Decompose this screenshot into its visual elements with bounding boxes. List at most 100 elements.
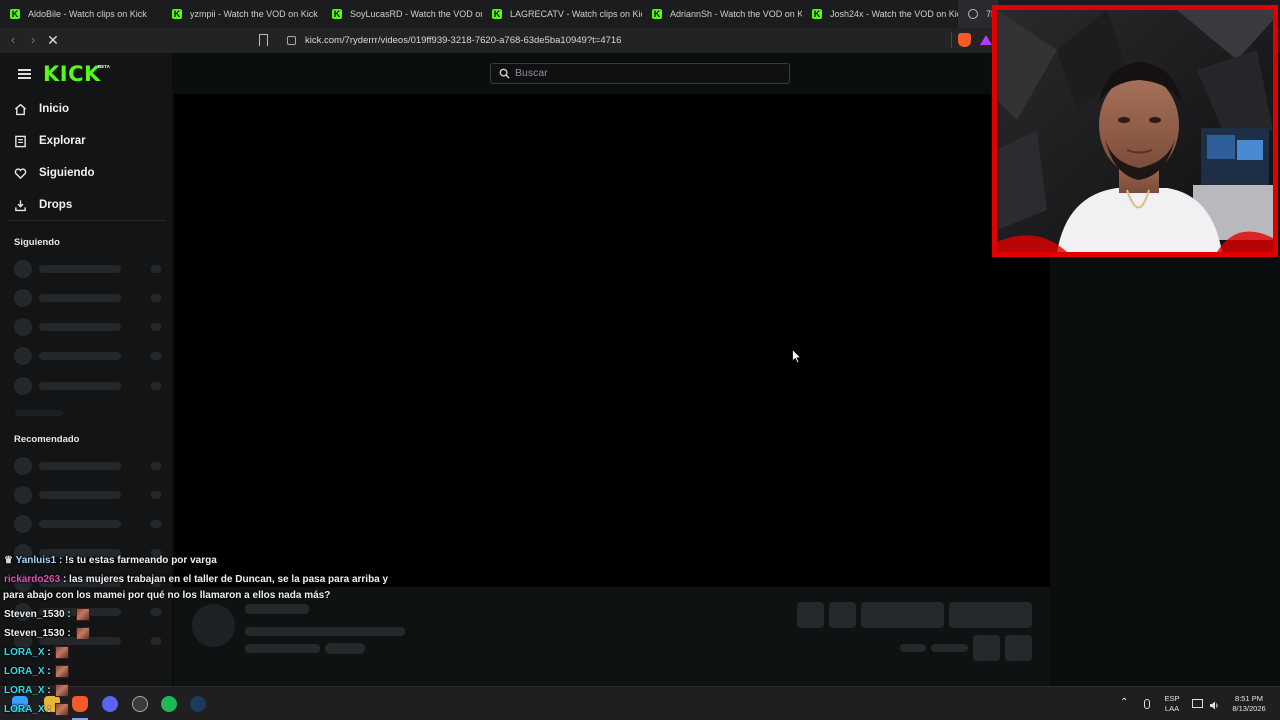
browser-tab[interactable]: K SoyLucasRD - Watch the VOD on Ki bbox=[322, 0, 482, 28]
menu-icon[interactable] bbox=[18, 69, 31, 79]
sidebar-item-inicio[interactable]: Inicio bbox=[14, 96, 164, 122]
streamer-webcam-image bbox=[997, 10, 1273, 252]
chat-message: LORA_X : bbox=[4, 703, 70, 716]
chat-message: Steven_1530 : bbox=[4, 627, 90, 640]
kick-logo[interactable]: KICK bbox=[43, 62, 101, 86]
video-player[interactable] bbox=[174, 94, 1050, 587]
language-indicator[interactable]: ESP LAA bbox=[1160, 694, 1184, 714]
chat-message: LORA_X : bbox=[4, 646, 70, 659]
loading-placeholder bbox=[14, 515, 162, 533]
kick-favicon-icon: K bbox=[172, 9, 182, 19]
sidebar-item-explorar[interactable]: Explorar bbox=[14, 128, 164, 154]
network-icon[interactable] bbox=[1192, 699, 1203, 708]
chat-username[interactable]: rickardo263 bbox=[4, 574, 60, 585]
following-heading: Siguiendo bbox=[14, 237, 60, 248]
action-button-placeholder[interactable] bbox=[797, 602, 824, 628]
chat-text: : bbox=[44, 704, 51, 716]
browser-tab[interactable]: K LAGRECATV - Watch clips on Kick bbox=[482, 0, 642, 28]
volume-icon[interactable] bbox=[1209, 698, 1219, 710]
emote-icon bbox=[75, 608, 90, 621]
microphone-icon[interactable] bbox=[1144, 699, 1150, 709]
chat-text: para abajo con los mamei por qué no los … bbox=[3, 590, 331, 601]
chat-text: : !s tu estas farmeando por varga bbox=[58, 555, 217, 566]
kick-favicon-icon: K bbox=[332, 9, 342, 19]
chat-overlay: ♛ Yanluis1 : !s tu estas farmeando por v… bbox=[0, 553, 390, 720]
search-icon bbox=[499, 68, 510, 79]
chat-username[interactable]: Yanluis1 bbox=[16, 555, 57, 566]
emote-icon bbox=[55, 665, 70, 678]
chevron-up-icon[interactable]: ⌃ bbox=[1120, 698, 1128, 708]
chat-username[interactable]: LORA_X bbox=[4, 685, 45, 696]
kick-favicon-icon: K bbox=[812, 9, 822, 19]
emote-icon bbox=[75, 627, 90, 640]
recommended-heading: Recomendado bbox=[14, 434, 80, 445]
brave-shield-icon[interactable] bbox=[958, 33, 971, 47]
chat-text: : bbox=[44, 685, 51, 697]
chat-text: : las mujeres trabajan en el taller de D… bbox=[62, 574, 389, 585]
action-button-placeholder[interactable] bbox=[973, 635, 1000, 661]
loading-placeholder bbox=[14, 377, 162, 395]
browser-tab[interactable]: K AdriannSh - Watch the VOD on Kick bbox=[642, 0, 802, 28]
home-icon bbox=[14, 103, 27, 115]
sidebar-item-label: Siguiendo bbox=[39, 167, 95, 179]
chat-message-continued: para abajo con los mamei por qué no los … bbox=[3, 590, 330, 601]
loading-placeholder bbox=[14, 289, 162, 307]
chat-message: ♛ Yanluis1 : !s tu estas farmeando por v… bbox=[4, 555, 217, 566]
search-input[interactable]: Buscar bbox=[490, 63, 790, 84]
sidebar-item-drops[interactable]: Drops bbox=[14, 192, 164, 218]
stop-loading-icon[interactable]: ✕ bbox=[45, 32, 61, 48]
chat-text: : bbox=[64, 628, 71, 640]
action-button-placeholder[interactable] bbox=[949, 602, 1032, 628]
chat-username[interactable]: LORA_X bbox=[4, 666, 45, 677]
browser-tab[interactable]: K AldoBile - Watch clips on Kick bbox=[0, 0, 162, 28]
chat-message: Steven_1530 : bbox=[4, 608, 90, 621]
heart-icon bbox=[14, 167, 27, 179]
chat-username[interactable]: LORA_X bbox=[4, 704, 45, 715]
back-icon[interactable]: ‹ bbox=[5, 32, 21, 48]
forward-icon[interactable]: › bbox=[25, 32, 41, 48]
emote-icon bbox=[55, 703, 70, 716]
chat-username[interactable]: Steven_1530 bbox=[4, 628, 65, 639]
sidebar-item-label: Explorar bbox=[39, 135, 86, 147]
compass-icon bbox=[15, 135, 26, 147]
loading-placeholder bbox=[14, 260, 162, 278]
sidebar-item-label: Inicio bbox=[39, 103, 70, 115]
divider bbox=[951, 32, 952, 48]
sidebar-divider bbox=[8, 220, 166, 221]
emote-icon bbox=[55, 646, 70, 659]
kick-favicon-icon: K bbox=[492, 9, 502, 19]
beta-badge: BETA bbox=[98, 64, 110, 69]
chat-username[interactable]: LORA_X bbox=[4, 647, 45, 658]
loading-placeholder bbox=[14, 318, 162, 336]
clock[interactable]: 8:51 PM 8/13/2026 bbox=[1226, 694, 1272, 714]
bookmark-icon[interactable] bbox=[259, 34, 268, 46]
chat-text: : bbox=[64, 609, 71, 621]
chat-text: : bbox=[44, 647, 51, 659]
chat-text: : bbox=[44, 666, 51, 678]
chat-username[interactable]: Steven_1530 bbox=[4, 609, 65, 620]
loading-placeholder bbox=[14, 486, 162, 504]
loading-placeholder bbox=[15, 410, 63, 416]
mouse-cursor-icon bbox=[792, 349, 802, 364]
loading-favicon-icon bbox=[968, 9, 978, 19]
kick-favicon-icon: K bbox=[10, 9, 20, 19]
chat-message: LORA_X : bbox=[4, 665, 70, 678]
loading-placeholder bbox=[900, 644, 926, 652]
sidebar-item-label: Drops bbox=[39, 199, 73, 211]
brave-rewards-icon[interactable] bbox=[980, 35, 992, 45]
loading-placeholder bbox=[14, 457, 162, 475]
kick-favicon-icon: K bbox=[652, 9, 662, 19]
loading-placeholder bbox=[931, 644, 968, 652]
url-field[interactable]: kick.com/7ryderrr/videos/019ff939-3218-7… bbox=[282, 31, 948, 50]
site-info-icon[interactable] bbox=[287, 36, 296, 45]
action-button-placeholder[interactable] bbox=[829, 602, 856, 628]
action-button-placeholder[interactable] bbox=[1005, 635, 1032, 661]
chat-message: LORA_X : bbox=[4, 684, 70, 697]
browser-tab[interactable]: K Josh24x - Watch the VOD on Kick bbox=[802, 0, 958, 28]
browser-tab[interactable]: Kyzmpii - Watch the VOD on Kick bbox=[162, 0, 322, 28]
action-button-placeholder[interactable] bbox=[861, 602, 944, 628]
loading-placeholder bbox=[14, 347, 162, 365]
crown-icon: ♛ bbox=[4, 555, 13, 566]
sidebar-item-siguiendo[interactable]: Siguiendo bbox=[14, 160, 164, 186]
webcam-overlay bbox=[992, 5, 1278, 257]
